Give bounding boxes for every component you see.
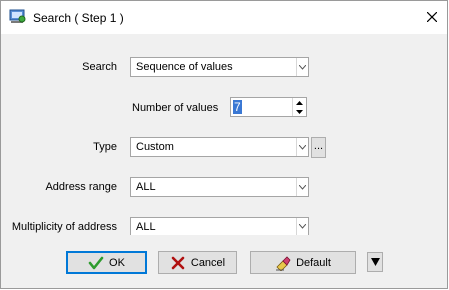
type-combo[interactable]: Custom — [130, 137, 309, 157]
eraser-icon — [275, 255, 291, 272]
ok-button[interactable]: OK — [66, 251, 147, 274]
address-range-combo[interactable]: ALL — [130, 177, 309, 197]
x-icon — [170, 255, 186, 271]
ok-button-label: OK — [109, 256, 125, 269]
chevron-down-icon[interactable] — [296, 58, 308, 76]
multiplicity-combo-value: ALL — [136, 221, 156, 233]
type-combo-value: Custom — [136, 141, 174, 153]
search-combo-value: Sequence of values — [136, 61, 233, 73]
chevron-down-icon[interactable] — [296, 218, 308, 235]
address-range-combo-value: ALL — [136, 181, 156, 193]
address-range-label: Address range — [45, 181, 117, 193]
search-dialog-icon — [9, 9, 27, 25]
default-button-label: Default — [296, 256, 331, 269]
spinner-down-icon[interactable] — [293, 107, 306, 116]
number-of-values-label: Number of values — [132, 102, 219, 114]
type-browse-button[interactable]: ... — [311, 137, 326, 158]
triangle-down-icon — [370, 258, 380, 266]
title-bar: Search ( Step 1 ) — [1, 1, 447, 34]
search-label: Search — [82, 61, 117, 73]
spinner-arrows[interactable] — [292, 98, 306, 116]
default-button[interactable]: Default — [250, 251, 356, 274]
multiplicity-combo[interactable]: ALL — [130, 217, 309, 235]
window-title: Search ( Step 1 ) — [33, 11, 124, 25]
search-dialog: Search ( Step 1 ) Search Sequence of val… — [0, 0, 448, 289]
cancel-button-label: Cancel — [190, 256, 226, 269]
number-of-values-input[interactable]: 7 — [233, 100, 242, 114]
cancel-button[interactable]: Cancel — [158, 251, 237, 274]
chevron-down-icon[interactable] — [296, 138, 308, 156]
multiplicity-label: Multiplicity of address — [11, 221, 117, 233]
close-button[interactable] — [417, 1, 447, 33]
search-combo[interactable]: Sequence of values — [130, 57, 309, 77]
number-of-values-spinner[interactable]: 7 — [230, 97, 307, 117]
close-icon — [427, 12, 437, 22]
more-options-button[interactable] — [367, 252, 383, 272]
checkmark-icon — [88, 255, 104, 271]
chevron-down-icon[interactable] — [296, 178, 308, 196]
spinner-up-icon[interactable] — [293, 98, 306, 107]
type-label: Type — [93, 141, 117, 153]
